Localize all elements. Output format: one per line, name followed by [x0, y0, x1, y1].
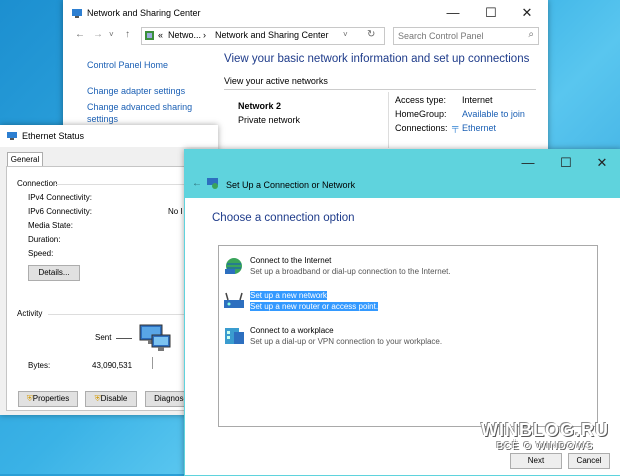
- nsc-titlebar[interactable]: Network and Sharing Center — ☐ ✕: [63, 0, 548, 26]
- connection-options-list: Connect to the Internet Set up a broadba…: [218, 245, 598, 427]
- option-internet-desc: Set up a broadband or dial-up connection…: [250, 267, 451, 276]
- breadcrumb-current[interactable]: Network and Sharing Center: [215, 30, 329, 40]
- bytes-label: Bytes:: [28, 361, 51, 370]
- sent-line: [116, 338, 132, 339]
- activity-group-label: Activity: [17, 309, 43, 318]
- nav-change-advanced-sharing-settings[interactable]: Change advanced sharing settings: [87, 101, 197, 125]
- disable-button[interactable]: ⛨Disable: [85, 391, 137, 407]
- ipv6-connectivity-label: IPv6 Connectivity:: [28, 207, 93, 216]
- control-panel-icon: [145, 31, 154, 40]
- active-networks-divider: [224, 89, 536, 90]
- network-type: Private network: [238, 115, 301, 125]
- watermark-logo: WINBLOG.RU ВСЁ О WINDOWS: [474, 420, 616, 470]
- address-bar[interactable]: « Netwo... › Network and Sharing Center …: [141, 27, 385, 45]
- search-placeholder: Search Control Panel: [398, 31, 484, 41]
- ipv4-connectivity-label: IPv4 Connectivity:: [28, 193, 93, 202]
- option-workplace-title: Connect to a workplace: [250, 326, 334, 335]
- network-computers-icon: [138, 321, 174, 355]
- sent-label: Sent: [95, 333, 112, 342]
- active-networks-label: View your active networks: [224, 76, 328, 86]
- disable-label: Disable: [100, 394, 128, 403]
- bytes-sent-value: 43,090,531: [92, 361, 133, 370]
- back-icon[interactable]: ←: [75, 29, 85, 40]
- connections-label: Connections:: [395, 123, 448, 133]
- nsc-title: Network and Sharing Center: [87, 8, 201, 18]
- nsc-heading: View your basic network information and …: [224, 53, 530, 65]
- activity-group-line: [48, 314, 206, 315]
- homegroup-label: HomeGroup:: [395, 109, 447, 119]
- ethernet-icon: ╤: [452, 122, 459, 132]
- properties-label: Properties: [32, 394, 70, 403]
- wizard-title: Set Up a Connection or Network: [226, 180, 356, 190]
- recent-dropdown-icon[interactable]: ˅: [109, 30, 114, 39]
- forward-icon[interactable]: →: [93, 29, 103, 40]
- breadcrumb-root[interactable]: «: [158, 30, 163, 40]
- maximize-icon[interactable]: ☐: [549, 150, 583, 176]
- nav-change-adapter-settings[interactable]: Change adapter settings: [87, 86, 185, 96]
- option-new-network-title: Set up a new network: [250, 291, 327, 300]
- network-name: Network 2: [238, 101, 282, 111]
- network-icon: [71, 7, 83, 19]
- option-workplace-desc: Set up a dial-up or VPN connection to yo…: [250, 337, 443, 346]
- search-box[interactable]: Search Control Panel ⌕: [393, 27, 539, 45]
- general-tab-panel: [6, 166, 214, 411]
- nsc-address-row: ← → ˅ ↑ « Netwo... › Network and Sharing…: [63, 26, 548, 46]
- option-new-network[interactable]: Set up a new network Set up a new router…: [223, 289, 593, 313]
- breadcrumb-network[interactable]: Netwo...: [168, 30, 201, 40]
- ethernet-connection-link[interactable]: Ethernet: [462, 123, 496, 133]
- back-icon[interactable]: ←: [192, 178, 202, 189]
- ethernet-titlebar[interactable]: Ethernet Status: [0, 125, 218, 147]
- ipv6-connectivity-value: No I: [168, 207, 183, 216]
- refresh-icon[interactable]: ↻: [367, 29, 375, 40]
- bytes-divider: [152, 357, 153, 369]
- option-internet-title: Connect to the Internet: [250, 256, 332, 265]
- setup-network-icon: [207, 178, 218, 189]
- properties-button[interactable]: ⛨Properties: [18, 391, 78, 407]
- search-icon: ⌕: [528, 29, 534, 40]
- wizard-frame[interactable]: — ☐ ✕ ← Set Up a Connection or Network: [185, 150, 620, 198]
- up-icon[interactable]: ↑: [125, 29, 130, 40]
- ethernet-status-icon: [7, 131, 17, 141]
- details-button[interactable]: Details...: [28, 265, 80, 281]
- watermark-subtitle: ВСЁ О WINDOWS: [496, 441, 594, 452]
- maximize-icon[interactable]: ☐: [474, 0, 508, 26]
- router-icon: [223, 291, 245, 311]
- tab-general[interactable]: General: [7, 152, 43, 167]
- media-state-label: Media State:: [28, 221, 73, 230]
- watermark-title: WINBLOG.RU: [481, 420, 609, 440]
- close-icon[interactable]: ✕: [585, 150, 619, 176]
- minimize-icon[interactable]: —: [436, 0, 470, 26]
- ethernet-status-title: Ethernet Status: [22, 131, 85, 141]
- homegroup-link[interactable]: Available to join: [462, 109, 525, 119]
- globe-icon: [223, 256, 245, 276]
- access-type-label: Access type:: [395, 95, 447, 105]
- breadcrumb-separator: ›: [203, 30, 206, 40]
- address-dropdown-icon[interactable]: ˅: [343, 30, 348, 39]
- speed-label: Speed:: [28, 249, 54, 258]
- access-type-value: Internet: [462, 95, 493, 105]
- network-info-divider: [388, 92, 389, 148]
- option-connect-internet[interactable]: Connect to the Internet Set up a broadba…: [223, 254, 593, 278]
- connection-group-label: Connection: [17, 179, 58, 188]
- workplace-icon: [223, 326, 245, 346]
- duration-label: Duration:: [28, 235, 61, 244]
- option-connect-workplace[interactable]: Connect to a workplace Set up a dial-up …: [223, 324, 593, 348]
- close-icon[interactable]: ✕: [510, 0, 544, 26]
- nav-control-panel-home[interactable]: Control Panel Home: [87, 60, 168, 70]
- option-new-network-desc: Set up a new router or access point.: [250, 302, 379, 311]
- wizard-heading: Choose a connection option: [212, 212, 355, 224]
- minimize-icon[interactable]: —: [511, 150, 545, 176]
